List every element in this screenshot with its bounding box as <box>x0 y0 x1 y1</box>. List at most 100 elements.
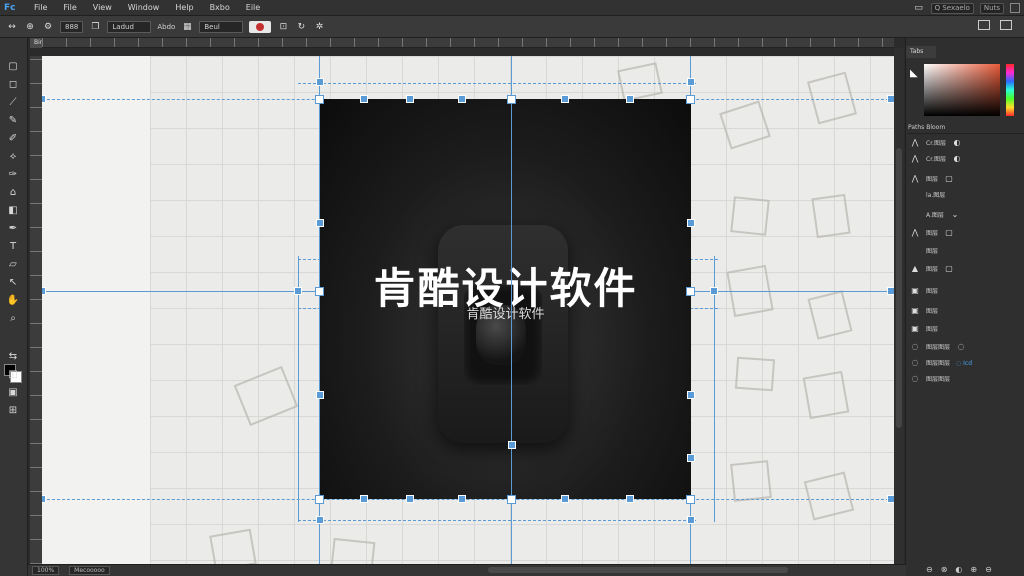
lasso-tool-icon[interactable]: ⟋ <box>6 96 20 110</box>
anchor-point[interactable] <box>626 495 634 503</box>
eyedropper-tool-icon[interactable]: ⟡ <box>6 150 20 164</box>
link-icon[interactable]: ⊖ <box>926 565 933 574</box>
layer-row[interactable]: ▣ 图层 <box>910 322 1022 336</box>
anchor-point[interactable] <box>294 287 302 295</box>
layer-extra-icon[interactable]: ◐ <box>952 154 962 164</box>
refresh-icon[interactable]: ↻ <box>295 21 307 33</box>
pen-tool-icon[interactable]: ✒ <box>6 222 20 236</box>
anchor-point[interactable] <box>887 95 894 103</box>
hue-slider[interactable] <box>1006 64 1014 116</box>
copy-icon[interactable]: ❐ <box>89 21 101 33</box>
menu-file[interactable]: File <box>26 3 55 12</box>
menu-view[interactable]: View <box>85 3 120 12</box>
anchor-point[interactable] <box>406 95 414 103</box>
layer-extra-icon[interactable]: ▢ <box>944 228 954 238</box>
anchor-point[interactable] <box>42 287 46 295</box>
menu-file-2[interactable]: File <box>55 3 84 12</box>
anchor-point[interactable] <box>561 95 569 103</box>
folder-icon[interactable]: ⊕ <box>970 565 977 574</box>
anchor-point[interactable] <box>687 516 695 524</box>
layer-row[interactable]: ⋀ Cr.图层 ◐ <box>910 136 1022 150</box>
menu-help[interactable]: Help <box>167 3 201 12</box>
workspace-select[interactable]: Nuts <box>979 2 1004 14</box>
brush-tool-icon[interactable]: ✐ <box>6 132 20 146</box>
anchor-point[interactable] <box>458 495 466 503</box>
anchor-point[interactable] <box>687 391 695 399</box>
layers-icon[interactable]: ▦ <box>181 21 193 33</box>
layer-row[interactable]: 图层 <box>910 244 1022 258</box>
layer-row[interactable]: la.图层 <box>910 188 1022 202</box>
layer-row[interactable]: ▣ 图层 <box>910 284 1022 298</box>
anchor-point[interactable] <box>316 219 324 227</box>
gear-icon[interactable]: ✲ <box>313 21 325 33</box>
heal-tool-icon[interactable]: ✑ <box>6 168 20 182</box>
lock-icon[interactable]: ⊡ <box>277 21 289 33</box>
path-tool-icon[interactable]: ↖ <box>6 276 20 290</box>
transform-handle[interactable] <box>315 495 324 504</box>
eraser-tool-icon[interactable]: ◧ <box>6 204 20 218</box>
workspace-icon[interactable] <box>978 20 990 30</box>
layer-row[interactable]: ▣ 图层 <box>910 304 1022 318</box>
anchor-point[interactable] <box>626 95 634 103</box>
trash-icon[interactable]: ⊖ <box>985 565 992 574</box>
transform-handle[interactable] <box>315 287 324 296</box>
doc-info-field[interactable]: Mecooooo <box>69 566 110 575</box>
transform-handle[interactable] <box>315 95 324 104</box>
anchor-point[interactable] <box>687 219 695 227</box>
transform-handle[interactable] <box>686 287 695 296</box>
option-field-1[interactable]: 888 <box>60 20 84 33</box>
vertical-scrollbar[interactable] <box>894 48 904 564</box>
layer-row[interactable]: ⋀ 图层 ▢ <box>910 172 1022 186</box>
anchor-point[interactable] <box>887 287 894 295</box>
menu-window[interactable]: Window <box>120 3 168 12</box>
settings-icon[interactable]: ⚙ <box>42 21 54 33</box>
anchor-point[interactable] <box>360 95 368 103</box>
screen-mode-icon[interactable]: ▣ <box>6 386 20 400</box>
shape-tool-icon[interactable]: ▱ <box>6 258 20 272</box>
color-picker[interactable] <box>924 64 1000 116</box>
layer-row[interactable]: ▲ 图层 ▢ <box>910 262 1022 276</box>
anchor-point[interactable] <box>710 287 718 295</box>
zoom-tool-icon[interactable]: ⌕ <box>6 312 20 326</box>
hand-tool-icon[interactable]: ✋ <box>6 294 20 308</box>
anchor-point[interactable] <box>887 495 894 503</box>
layer-extra-icon[interactable]: ▢ <box>944 264 954 274</box>
canvas[interactable]: 肯酷设计软件 肯酷设计软件 <box>42 56 894 564</box>
layer-extra-icon[interactable]: ◐ <box>952 138 962 148</box>
scroll-thumb[interactable] <box>896 148 902 428</box>
layer-extra-icon[interactable]: ⌄ <box>950 210 960 220</box>
anchor-point[interactable] <box>687 454 695 462</box>
menu-extra[interactable]: Bxbo <box>202 3 238 12</box>
layer-row[interactable]: ◌ 图层图层 ◌ Icd <box>910 356 1022 370</box>
quickmask-icon[interactable]: ◫ <box>6 368 20 382</box>
option-field-3[interactable]: Beul <box>199 20 244 33</box>
move-tool-icon[interactable]: ▢ <box>6 60 20 74</box>
minimize-button[interactable] <box>1010 3 1020 13</box>
anchor-point[interactable] <box>42 95 46 103</box>
transform-handle[interactable] <box>507 495 516 504</box>
anchor-point[interactable] <box>316 516 324 524</box>
text-tool-icon[interactable]: T <box>6 240 20 254</box>
anchor-point[interactable] <box>561 495 569 503</box>
crop-tool-icon[interactable]: ✎ <box>6 114 20 128</box>
transform-handle[interactable] <box>686 495 695 504</box>
stamp-tool-icon[interactable]: ⌂ <box>6 186 20 200</box>
visibility-toggle[interactable] <box>249 20 272 33</box>
layer-extra-icon[interactable]: ◌ <box>956 342 966 352</box>
arrows-icon[interactable]: ↔ <box>6 21 18 33</box>
screen-icon[interactable]: ▭ <box>913 2 925 14</box>
artboard-subtitle[interactable]: 肯酷设计软件 <box>320 303 691 322</box>
horizontal-scrollbar[interactable] <box>488 567 788 573</box>
swap-colors-icon[interactable]: ⇆ <box>6 350 20 364</box>
layer-row[interactable]: A.图层 ⌄ <box>910 208 1022 222</box>
artboard[interactable]: 肯酷设计软件 肯酷设计软件 <box>320 99 691 499</box>
menu-edit[interactable]: Eile <box>238 3 268 12</box>
layer-badge[interactable]: ◌ Icd <box>956 360 972 367</box>
layer-row[interactable]: ◌ 图层图层 <box>910 372 1022 386</box>
anchor-point[interactable] <box>687 78 695 86</box>
layer-row[interactable]: ⋀ Cr.图层 ◐ <box>910 152 1022 166</box>
anchor-point[interactable] <box>508 441 516 449</box>
marquee-tool-icon[interactable]: ◻ <box>6 78 20 92</box>
layer-row[interactable]: ◌ 图层图层 ◌ <box>910 340 1022 354</box>
anchor-point[interactable] <box>316 78 324 86</box>
